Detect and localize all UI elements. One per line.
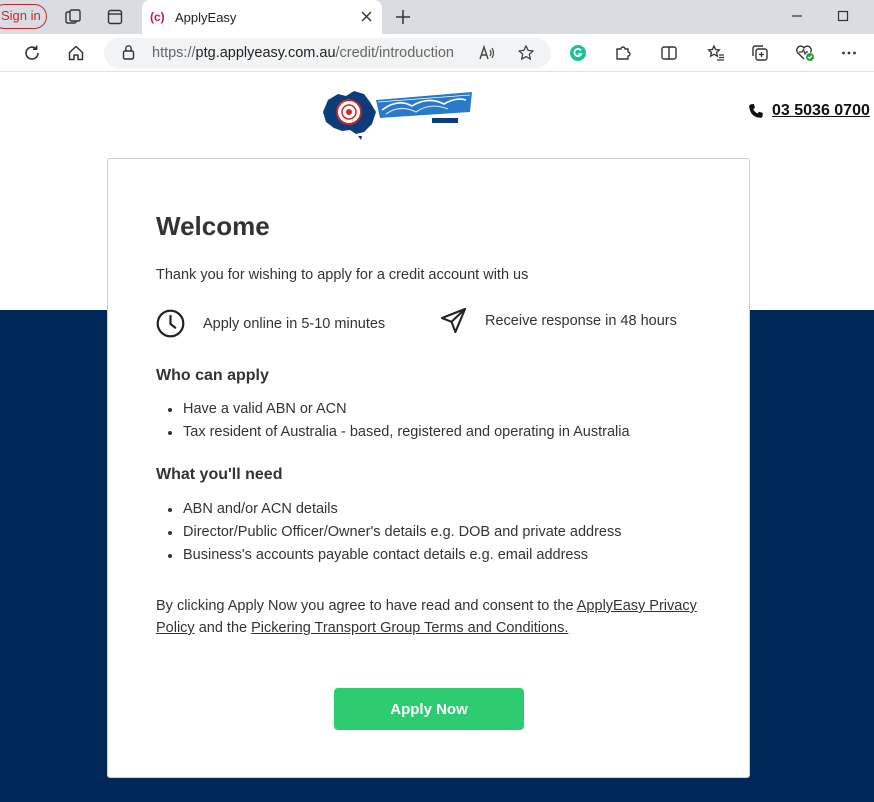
applyeasy-favicon-icon: (c) <box>150 10 165 24</box>
extensions-icon[interactable] <box>612 42 634 64</box>
tab-title: ApplyEasy <box>175 10 237 25</box>
what-youll-need-heading: What you'll need <box>156 466 283 483</box>
who-can-apply-heading: Who can apply <box>156 367 269 384</box>
close-icon[interactable] <box>358 8 374 24</box>
welcome-card: Welcome Thank you for wishing to apply f… <box>107 158 750 778</box>
terms-and-conditions-link[interactable]: Pickering Transport Group Terms and Cond… <box>251 620 568 636</box>
phone-number-link[interactable]: 03 5036 0700 <box>772 102 870 120</box>
consent-text: By clicking Apply Now you agree to have … <box>156 598 697 636</box>
tab-applyeasy[interactable]: (c) ApplyEasy <box>142 0 382 34</box>
clock-icon <box>156 309 185 338</box>
who-can-apply-list: Have a valid ABN or ACN Tax resident of … <box>166 398 630 444</box>
favorite-star-icon[interactable] <box>515 42 537 64</box>
more-menu-icon[interactable] <box>838 42 860 64</box>
sign-in-button[interactable]: Sign in <box>0 4 47 29</box>
list-item: Business's accounts payable contact deta… <box>166 544 622 567</box>
feature-text: Apply online in 5-10 minutes <box>203 315 386 332</box>
feature-text: Receive response in 48 hours <box>485 312 677 329</box>
paper-plane-icon <box>440 307 467 334</box>
url-text: https://ptg.applyeasy.com.au/credit/intr… <box>152 45 454 61</box>
favorites-icon[interactable] <box>705 42 727 64</box>
browser-tab-bar: Sign in (c) ApplyEasy <box>0 0 874 34</box>
list-item: Tax resident of Australia - based, regis… <box>166 421 630 444</box>
address-bar[interactable]: https://ptg.applyeasy.com.au/credit/intr… <box>104 38 551 68</box>
feature-response-time: Receive response in 48 hours <box>440 307 677 334</box>
list-item: ABN and/or ACN details <box>166 498 622 521</box>
feature-apply-time: Apply online in 5-10 minutes <box>156 309 385 338</box>
lock-icon[interactable] <box>122 44 135 65</box>
maximize-icon[interactable] <box>832 5 854 27</box>
list-item: Have a valid ABN or ACN <box>166 398 630 421</box>
phone-contact[interactable]: 03 5036 0700 <box>748 102 870 120</box>
new-tab-button[interactable] <box>392 6 414 28</box>
refresh-icon[interactable] <box>21 42 43 64</box>
workspaces-icon[interactable] <box>62 6 84 28</box>
tab-actions-icon[interactable] <box>104 6 126 28</box>
collections-icon[interactable] <box>749 42 771 64</box>
grammarly-icon[interactable] <box>567 42 589 64</box>
what-youll-need-list: ABN and/or ACN details Director/Public O… <box>166 498 622 567</box>
address-toolbar: https://ptg.applyeasy.com.au/credit/intr… <box>0 34 874 72</box>
browser-essentials-icon[interactable] <box>794 42 816 64</box>
page-title: Welcome <box>156 211 270 241</box>
list-item: Director/Public Officer/Owner's details … <box>166 521 622 544</box>
split-screen-icon[interactable] <box>658 42 680 64</box>
minimize-icon[interactable] <box>786 5 808 27</box>
read-aloud-icon[interactable] <box>476 42 498 64</box>
pickering-transport-logo[interactable] <box>320 88 480 142</box>
intro-text: Thank you for wishing to apply for a cre… <box>156 267 529 283</box>
home-icon[interactable] <box>65 42 87 64</box>
apply-now-button[interactable]: Apply Now <box>334 688 524 730</box>
phone-icon <box>749 104 763 118</box>
